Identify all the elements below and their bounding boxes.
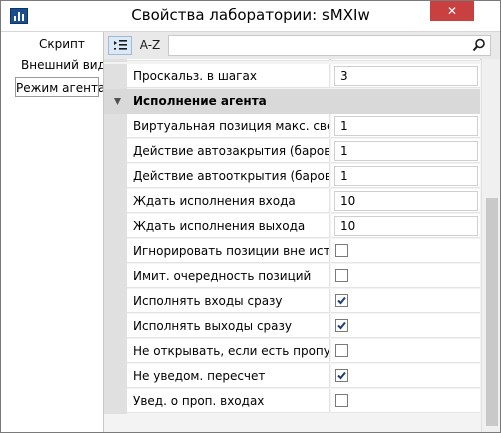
- property-row[interactable]: Не уведом. пересчет: [104, 364, 480, 389]
- categorized-list-icon[interactable]: [108, 36, 132, 55]
- sidebar-item-appearance[interactable]: Внешний вид: [21, 55, 106, 75]
- property-label: Действие автооткрытия (баров): [127, 164, 330, 188]
- sidebar-item-agent-mode[interactable]: Режим агента: [15, 77, 105, 97]
- magnifier-icon: [472, 38, 485, 52]
- property-checkbox[interactable]: [335, 319, 348, 332]
- property-checkbox[interactable]: [335, 394, 348, 407]
- property-row[interactable]: Действие автозакрытия (баров) 1: [104, 139, 480, 164]
- property-checkbox[interactable]: [335, 294, 348, 307]
- property-row[interactable]: Увед. о проп. входах: [104, 389, 480, 414]
- property-row[interactable]: Ждать исполнения входа 10: [104, 189, 480, 214]
- property-label: Игнорировать позиции вне истории: [127, 239, 330, 263]
- property-row[interactable]: Виртуальная позиция макс. свечей1: [104, 114, 480, 139]
- property-value-input[interactable]: 1: [334, 116, 478, 136]
- window-title: Свойства лаборатории: sMXIw: [131, 6, 370, 24]
- property-row[interactable]: Исполнять выходы сразу: [104, 314, 480, 339]
- property-search-input[interactable]: [168, 35, 491, 56]
- title-bar[interactable]: Свойства лаборатории: sMXIw ✕: [1, 1, 500, 32]
- property-grid: Проскальз. в шагах 3 Исполнение агента В…: [104, 59, 500, 432]
- property-label: Не уведом. пересчет: [127, 364, 330, 388]
- property-panel: A-Z Проскальз. в шагах 3 Исполнение аген…: [103, 32, 500, 432]
- property-row-hidden: [104, 59, 480, 62]
- collapse-arrow-icon[interactable]: [113, 98, 122, 106]
- property-label: Ждать исполнения входа: [127, 189, 330, 213]
- sidebar-item-script[interactable]: Скрипт: [39, 34, 85, 54]
- property-toolbar: A-Z: [104, 32, 500, 60]
- property-label: Не открывать, если есть пропуск в: [127, 339, 330, 363]
- property-label: Виртуальная позиция макс. свечей: [127, 114, 330, 138]
- property-row[interactable]: Имит. очередность позиций: [104, 264, 480, 289]
- property-value-input[interactable]: 10: [334, 216, 478, 236]
- category-agent-execution[interactable]: Исполнение агента: [104, 89, 480, 114]
- property-value-input[interactable]: 1: [334, 141, 478, 161]
- property-label: Имит. очередность позиций: [127, 264, 330, 288]
- sort-alphabetical-button[interactable]: A-Z: [136, 36, 164, 55]
- properties-window: Свойства лаборатории: sMXIw ✕ Скрипт Вне…: [0, 0, 501, 433]
- property-label: Исполнять выходы сразу: [127, 314, 330, 338]
- property-label: Исполнять входы сразу: [127, 289, 330, 313]
- vertical-scrollbar[interactable]: [481, 59, 500, 432]
- property-row[interactable]: Действие автооткрытия (баров) 1: [104, 164, 480, 189]
- property-row[interactable]: Исполнять входы сразу: [104, 289, 480, 314]
- property-checkbox[interactable]: [335, 369, 348, 382]
- property-label: Ждать исполнения выхода: [127, 214, 330, 238]
- property-value-input[interactable]: 3: [334, 66, 478, 86]
- property-label: Действие автозакрытия (баров): [127, 139, 330, 163]
- property-checkbox[interactable]: [335, 244, 348, 257]
- category-label: Исполнение агента: [133, 94, 267, 108]
- property-row[interactable]: Не открывать, если есть пропуск в: [104, 339, 480, 364]
- property-checkbox[interactable]: [335, 269, 348, 282]
- property-row[interactable]: Игнорировать позиции вне истории: [104, 239, 480, 264]
- property-checkbox[interactable]: [335, 344, 348, 357]
- property-value-input[interactable]: 10: [334, 191, 478, 211]
- sidebar: Скрипт Внешний вид Режим агента: [1, 32, 106, 432]
- property-value-input[interactable]: 1: [334, 166, 478, 186]
- property-row-slippage[interactable]: Проскальз. в шагах 3: [104, 64, 480, 89]
- scrollbar-thumb[interactable]: [486, 198, 498, 426]
- property-label: Проскальз. в шагах: [127, 64, 330, 88]
- property-row[interactable]: Ждать исполнения выхода 10: [104, 214, 480, 239]
- close-button[interactable]: ✕: [430, 1, 474, 21]
- property-label: Увед. о проп. входах: [127, 389, 330, 413]
